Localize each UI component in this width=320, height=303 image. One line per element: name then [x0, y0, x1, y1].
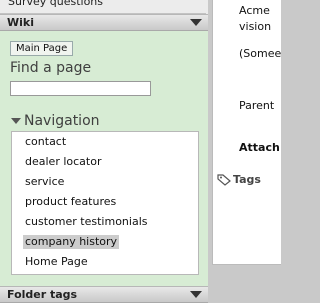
sidebar: Survey questions Wiki Main Page Find a p…	[0, 0, 208, 303]
wiki-panel-title: Wiki	[7, 16, 34, 29]
collapse-chevron-icon[interactable]	[190, 19, 202, 26]
nav-item-dealer-locator[interactable]: dealer locator	[23, 155, 103, 169]
collapse-chevron-icon[interactable]	[190, 291, 202, 298]
content-text-line: (Somee	[239, 47, 281, 60]
nav-item-contact[interactable]: contact	[23, 135, 68, 149]
navigation-label: Navigation	[24, 113, 100, 129]
nav-item-service[interactable]: service	[23, 175, 66, 189]
navigation-list: contact dealer locator service product f…	[11, 131, 199, 275]
content-text-line: Parent	[239, 99, 275, 112]
folder-tags-panel-header[interactable]: Folder tags	[0, 286, 208, 303]
content-text-line: Acme	[239, 4, 270, 17]
wiki-panel-body: Main Page Find a page Navigation contact…	[0, 31, 208, 287]
find-page-input[interactable]	[10, 81, 151, 96]
attachments-heading: Attach	[239, 141, 280, 154]
expand-triangle-icon	[11, 118, 21, 124]
nav-item-company-history[interactable]: company history	[23, 235, 120, 249]
tag-icon	[217, 174, 231, 186]
page-content: Acme vision (Somee Parent Attach Tags	[212, 0, 281, 265]
folder-tags-panel-title: Folder tags	[7, 288, 78, 301]
find-page-label: Find a page	[10, 60, 92, 76]
tags-heading: Tags	[233, 173, 261, 186]
nav-item-home-page[interactable]: Home Page	[23, 255, 90, 269]
content-text-line: vision	[239, 20, 272, 33]
nav-item-customer-testimonials[interactable]: customer testimonials	[23, 215, 149, 229]
navigation-toggle[interactable]: Navigation	[11, 113, 100, 129]
nav-item-product-features[interactable]: product features	[23, 195, 118, 209]
wiki-panel-header[interactable]: Wiki	[0, 14, 208, 31]
survey-questions-panel-item[interactable]: Survey questions	[0, 0, 206, 14]
survey-questions-label: Survey questions	[8, 0, 104, 8]
main-page-button[interactable]: Main Page	[10, 41, 74, 56]
